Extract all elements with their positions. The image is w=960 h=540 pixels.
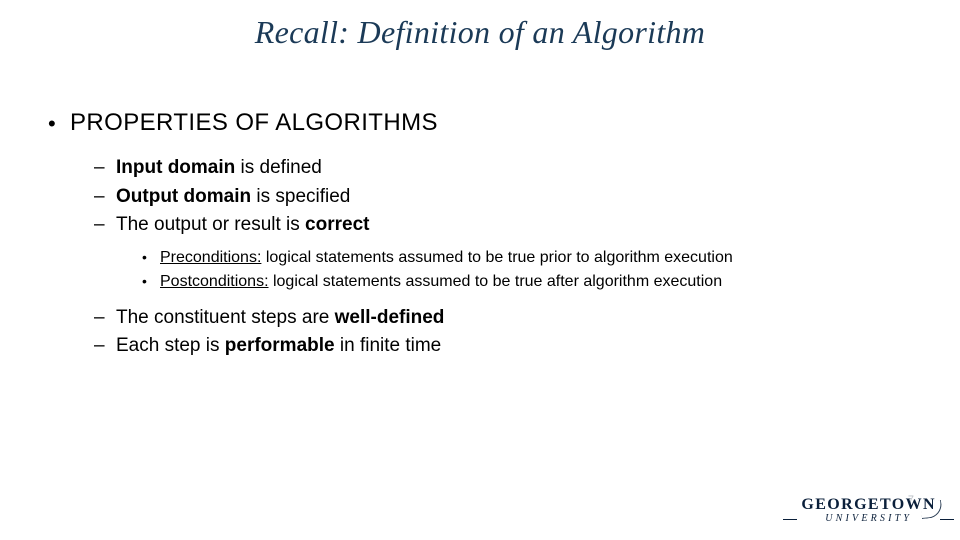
logo-text-bottom: UNIVERSITY [801, 514, 936, 524]
correct-bold: correct [305, 214, 369, 235]
correct-lead: The output or result is [116, 214, 305, 235]
item-postconditions: •Postconditions: logical statements assu… [142, 270, 912, 294]
dash-icon: – [94, 304, 116, 332]
dash-icon: – [94, 211, 116, 239]
dash-icon: – [94, 183, 116, 211]
bullet-icon: • [142, 247, 160, 268]
preconditions-rest: logical statements assumed to be true pr… [261, 249, 732, 266]
welldef-bold: well-defined [335, 307, 445, 328]
input-domain-rest: is defined [235, 157, 322, 178]
item-input-domain: –Input domain is defined [94, 154, 912, 182]
item-correct: –The output or result is correct [94, 211, 912, 239]
georgetown-logo: GEORGETOWN UNIVERSITY [801, 497, 936, 524]
heading-text: PROPERTIES OF ALGORITHMS [70, 109, 438, 136]
item-output-domain: –Output domain is specified [94, 183, 912, 211]
item-performable: –Each step is performable in finite time [94, 332, 912, 360]
slide: Recall: Definition of an Algorithm •PROP… [0, 0, 960, 540]
item-well-defined: –The constituent steps are well-defined [94, 304, 912, 332]
perform-bold: performable [225, 335, 335, 356]
item-preconditions: •Preconditions: logical statements assum… [142, 246, 912, 270]
perform-rest: in finite time [335, 335, 442, 356]
postconditions-rest: logical statements assumed to be true af… [269, 273, 723, 290]
welldef-lead: The constituent steps are [116, 307, 335, 328]
postconditions-label: Postconditions: [160, 273, 269, 290]
bullet-icon: • [142, 271, 160, 292]
logo-flourish-icon [920, 500, 943, 519]
output-domain-bold: Output domain [116, 186, 251, 207]
slide-title: Recall: Definition of an Algorithm [0, 14, 960, 51]
dash-icon: – [94, 332, 116, 360]
input-domain-bold: Input domain [116, 157, 235, 178]
preconditions-label: Preconditions: [160, 249, 261, 266]
slide-content: •PROPERTIES OF ALGORITHMS –Input domain … [48, 108, 912, 361]
dash-icon: – [94, 154, 116, 182]
bullet-icon: • [48, 110, 70, 138]
logo-text-top: GEORGETOWN [801, 497, 936, 513]
perform-lead: Each step is [116, 335, 225, 356]
output-domain-rest: is specified [251, 186, 350, 207]
heading-properties: •PROPERTIES OF ALGORITHMS [48, 108, 912, 138]
